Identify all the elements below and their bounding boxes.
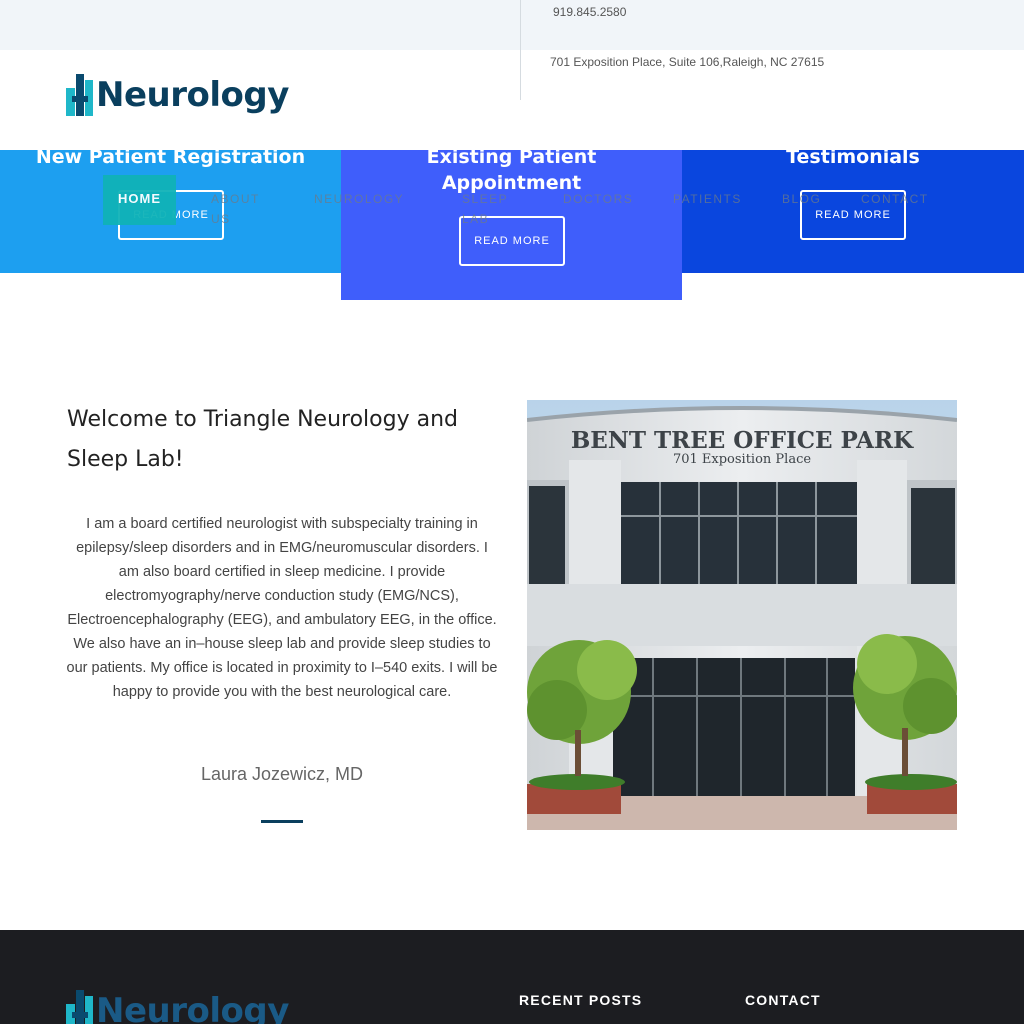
nav-item-contact[interactable]: CONTACT (861, 189, 929, 209)
header-divider (520, 0, 521, 100)
logo-text: Neurology (96, 75, 289, 115)
site-logo[interactable]: Neurology (66, 74, 289, 116)
nav-item-doctors[interactable]: DOCTORS (563, 189, 633, 209)
building-sign-name: BENT TREE OFFICE PARK (571, 427, 914, 454)
signature-underline (261, 820, 303, 823)
top-info-bar (0, 0, 1024, 50)
welcome-text: I am a board certified neurologist with … (66, 516, 498, 700)
logo-mark-icon (66, 990, 94, 1024)
footer-logo-text: Neurology (96, 991, 289, 1024)
feature-title: New Patient Registration (35, 146, 306, 168)
phone-number[interactable]: 919.845.2580 (553, 5, 626, 19)
building-sign-address: 701 Exposition Place (673, 452, 811, 467)
nav-label: HOME (118, 191, 161, 206)
page: 919.845.2580 701 Exposition Place, Suite… (0, 0, 1024, 1024)
nav-item-neurology[interactable]: NEUROLOGY (314, 189, 404, 209)
footer: Neurology RECENT POSTS CONTACT (0, 930, 1024, 1024)
feature-title: Testimonials (786, 146, 920, 168)
nav-item-sleep-lab[interactable]: SLEEP LAB (462, 189, 514, 229)
nav-item-blog[interactable]: BLOG (782, 189, 821, 209)
footer-logo[interactable]: Neurology (66, 990, 289, 1024)
doctor-signature: Laura Jozewicz, MD (200, 764, 364, 784)
building-illustration: BENT TREE OFFICE PARK 701 Exposition Pla… (527, 400, 957, 830)
logo-mark-icon (66, 74, 94, 116)
office-building-photo: BENT TREE OFFICE PARK 701 Exposition Pla… (527, 400, 957, 830)
footer-recent-posts-heading: RECENT POSTS (519, 992, 643, 1008)
nav-item-about-us[interactable]: ABOUT US (211, 189, 271, 229)
footer-contact-heading: CONTACT (745, 992, 821, 1008)
office-address: 701 Exposition Place, Suite 106,Raleigh,… (550, 55, 825, 69)
nav-item-patients[interactable]: PATIENTS (673, 189, 742, 209)
welcome-title: Welcome to Triangle Neurology and Sleep … (67, 407, 458, 472)
nav-item-home[interactable]: HOME (103, 175, 176, 225)
main-nav: HOME ABOUT US NEUROLOGY SLEEP LAB DOCTOR… (0, 175, 1024, 226)
